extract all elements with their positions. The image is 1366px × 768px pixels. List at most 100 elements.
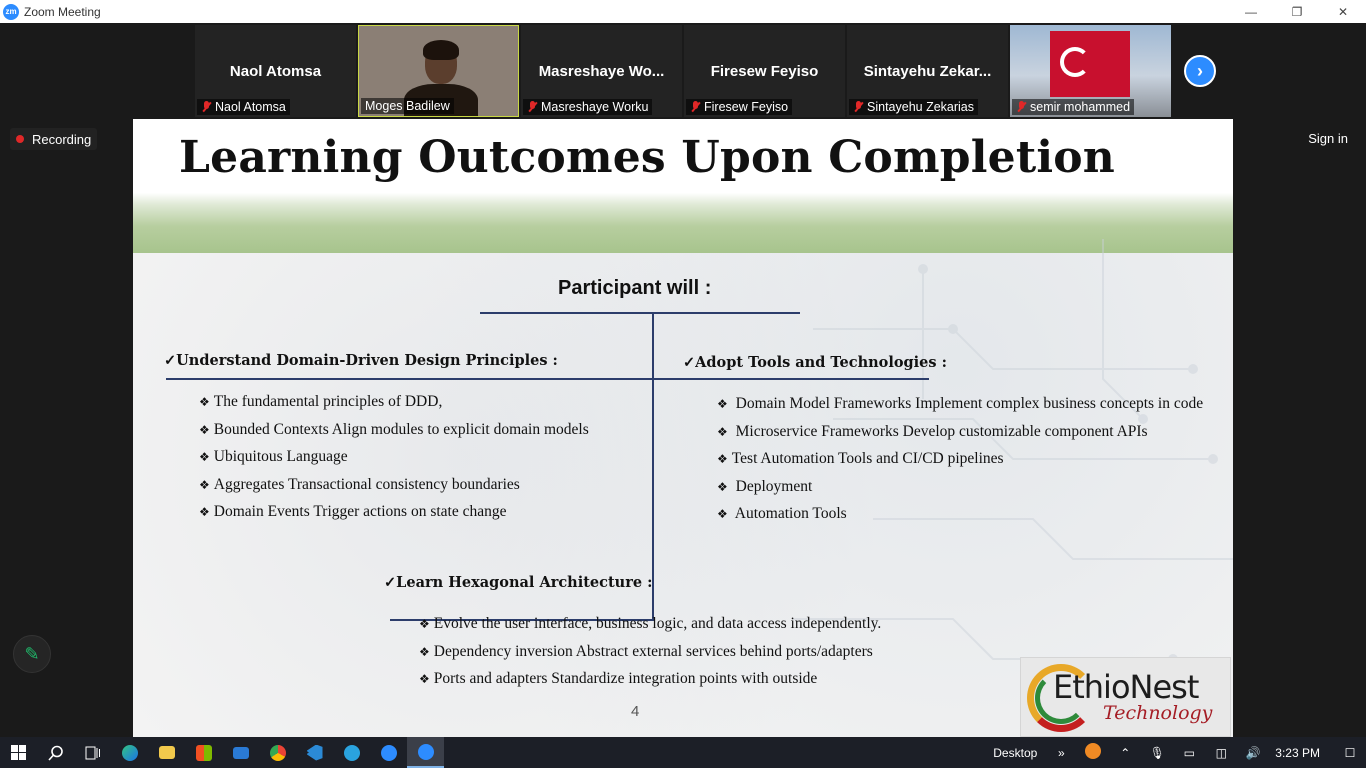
participant-tile[interactable]: Masreshaye Wo... Masreshaye Worku (521, 25, 682, 117)
ddd-heading: ✓Understand Domain-Driven Design Princip… (164, 352, 558, 369)
bullet-diamond-icon: ❖ (717, 424, 728, 439)
participant-label: Sintayehu Zekarias (849, 99, 979, 115)
list-item-text: Ubiquitous Language (213, 448, 348, 465)
participant-tile[interactable]: Firesew Feyiso Firesew Feyiso (684, 25, 845, 117)
window-title: Zoom Meeting (24, 4, 101, 19)
annotate-pencil-icon[interactable]: ✎ (13, 635, 51, 673)
participant-name: Sintayehu Zekarias (867, 100, 975, 114)
next-participants-button[interactable]: › (1184, 55, 1216, 87)
bullet-diamond-icon: ❖ (717, 452, 728, 466)
mic-muted-icon (690, 101, 700, 113)
list-item-text: Evolve the user interface, business logi… (433, 615, 882, 632)
list-item: ❖ Test Automation Tools and CI/CD pipelin… (717, 450, 1203, 478)
slide-title: Learning Outcomes Upon Completion (179, 132, 1115, 183)
list-item-text: Domain Events Trigger actions on state c… (213, 503, 507, 520)
list-item-text: Test Automation Tools and CI/CD pipeline… (731, 450, 1004, 467)
file-explorer-icon[interactable] (148, 737, 185, 768)
volume-icon[interactable]: 🔊 (1237, 746, 1269, 760)
mic-muted-icon (853, 101, 863, 113)
participant-name: Moges Badilew (365, 99, 450, 113)
list-item-text: Bounded Contexts Align modules to explic… (213, 420, 589, 438)
edge-icon[interactable] (111, 737, 148, 768)
record-dot-icon (16, 135, 24, 143)
list-item: ❖ Bounded Contexts Align modules to expli… (199, 421, 589, 449)
list-item: ❖ Automation Tools (717, 505, 1203, 533)
list-item: ❖ Evolve the user interface, business log… (419, 615, 881, 643)
store-icon[interactable] (185, 737, 222, 768)
shared-slide: Learning Outcomes Upon Completion Partic… (133, 119, 1233, 737)
participant-tile[interactable]: Sintayehu Zekar... Sintayehu Zekarias (847, 25, 1008, 117)
participant-label: Naol Atomsa (197, 99, 290, 115)
mic-muted-icon (527, 101, 537, 113)
toolbar-expand-chevron-icon[interactable]: » (1045, 746, 1077, 760)
ddd-list: ❖ The fundamental principles of DDD, ❖ Bou… (199, 393, 589, 531)
close-button[interactable]: ✕ (1320, 0, 1366, 23)
logo-text-line2: Technology (1103, 702, 1213, 724)
sign-in-link[interactable]: Sign in (1308, 131, 1348, 146)
bullet-diamond-icon: ❖ (199, 477, 210, 492)
battery-icon[interactable]: ▭ (1173, 746, 1205, 760)
list-item: ❖ The fundamental principles of DDD, (199, 393, 589, 421)
minimize-button[interactable]: — (1228, 0, 1274, 23)
list-item-text: Dependency inversion Abstract external s… (433, 642, 873, 660)
tray-expand-icon[interactable]: ⌃ (1109, 746, 1141, 760)
zoom-icon[interactable] (370, 737, 407, 768)
participant-video-hair (423, 40, 459, 60)
list-item: ❖ Domain Model Frameworks Implement comp… (717, 395, 1203, 423)
desktop-toolbar-label[interactable]: Desktop (993, 746, 1037, 760)
bullet-diamond-icon: ❖ (717, 397, 728, 411)
bullet-diamond-icon: ❖ (199, 450, 210, 464)
bullet-diamond-icon: ❖ (717, 479, 728, 494)
chrome-icon[interactable] (259, 737, 296, 768)
participant-tile-video[interactable]: Moges Badilew (358, 25, 519, 117)
participant-will-heading: Participant will : (558, 277, 712, 299)
notification-app-icon[interactable] (1077, 743, 1109, 762)
mic-muted-icon (201, 101, 211, 113)
tools-list: ❖ Domain Model Frameworks Implement comp… (717, 395, 1203, 533)
mail-icon[interactable] (222, 737, 259, 768)
participant-name: Firesew Feyiso (704, 100, 789, 114)
meeting-area: Naol Atomsa Naol Atomsa Moges Badilew Ma… (0, 23, 1366, 737)
list-item-text: Aggregates Transactional consistency bou… (213, 475, 520, 493)
microphone-icon[interactable]: 🎙 (1141, 746, 1173, 760)
list-item: ❖ Domain Events Trigger actions on state … (199, 503, 589, 531)
list-item: ❖ Dependency inversion Abstract external … (419, 643, 881, 671)
participant-tile-image[interactable]: semir mohammed (1010, 25, 1171, 117)
task-view-icon[interactable] (74, 737, 111, 768)
zoom-meeting-icon[interactable] (407, 737, 444, 768)
connector-right (652, 378, 929, 380)
participant-label: semir mohammed (1012, 99, 1135, 115)
participant-display-name: Naol Atomsa (229, 63, 322, 80)
vscode-icon[interactable] (296, 737, 333, 768)
restore-button[interactable]: ❐ (1274, 0, 1320, 23)
participant-label: Firesew Feyiso (686, 99, 793, 115)
windows-taskbar: Desktop » ⌃ 🎙 ▭ ◫ 🔊 3:23 PM ☐ (0, 737, 1366, 768)
window-titlebar: zm Zoom Meeting — ❐ ✕ (0, 0, 1366, 23)
participant-tile[interactable]: Naol Atomsa Naol Atomsa (195, 25, 356, 117)
participant-name: semir mohammed (1030, 100, 1131, 114)
list-item: ❖ Aggregates Transactional consistency bo… (199, 476, 589, 504)
bullet-diamond-icon: ❖ (199, 422, 210, 437)
network-icon[interactable]: ◫ (1205, 746, 1237, 760)
start-icon[interactable] (0, 737, 37, 768)
list-item-text: Domain Model Frameworks Implement comple… (731, 395, 1204, 412)
participant-label: Moges Badilew (361, 98, 454, 114)
bullet-diamond-icon: ❖ (717, 507, 728, 521)
participant-name: Masreshaye Worku (541, 100, 649, 114)
logo-text-line1: EthioNest (1053, 668, 1199, 706)
system-tray: Desktop » ⌃ 🎙 ▭ ◫ 🔊 3:23 PM ☐ (993, 737, 1366, 768)
bullet-diamond-icon: ❖ (419, 672, 430, 686)
search-icon[interactable] (37, 737, 74, 768)
list-item-text: The fundamental principles of DDD, (213, 393, 443, 410)
connector-left (166, 378, 652, 380)
participant-name: Naol Atomsa (215, 100, 286, 114)
participant-display-name: Sintayehu Zekar... (863, 63, 992, 80)
bullet-diamond-icon: ❖ (199, 395, 210, 409)
telegram-icon[interactable] (333, 737, 370, 768)
action-center-icon[interactable]: ☐ (1334, 746, 1366, 760)
recording-indicator[interactable]: Recording (10, 128, 98, 150)
ethionest-logo: EthioNest Technology (1020, 657, 1231, 737)
recording-label: Recording (32, 131, 92, 147)
mic-muted-icon (1016, 101, 1026, 113)
clock-time[interactable]: 3:23 PM (1275, 746, 1320, 760)
